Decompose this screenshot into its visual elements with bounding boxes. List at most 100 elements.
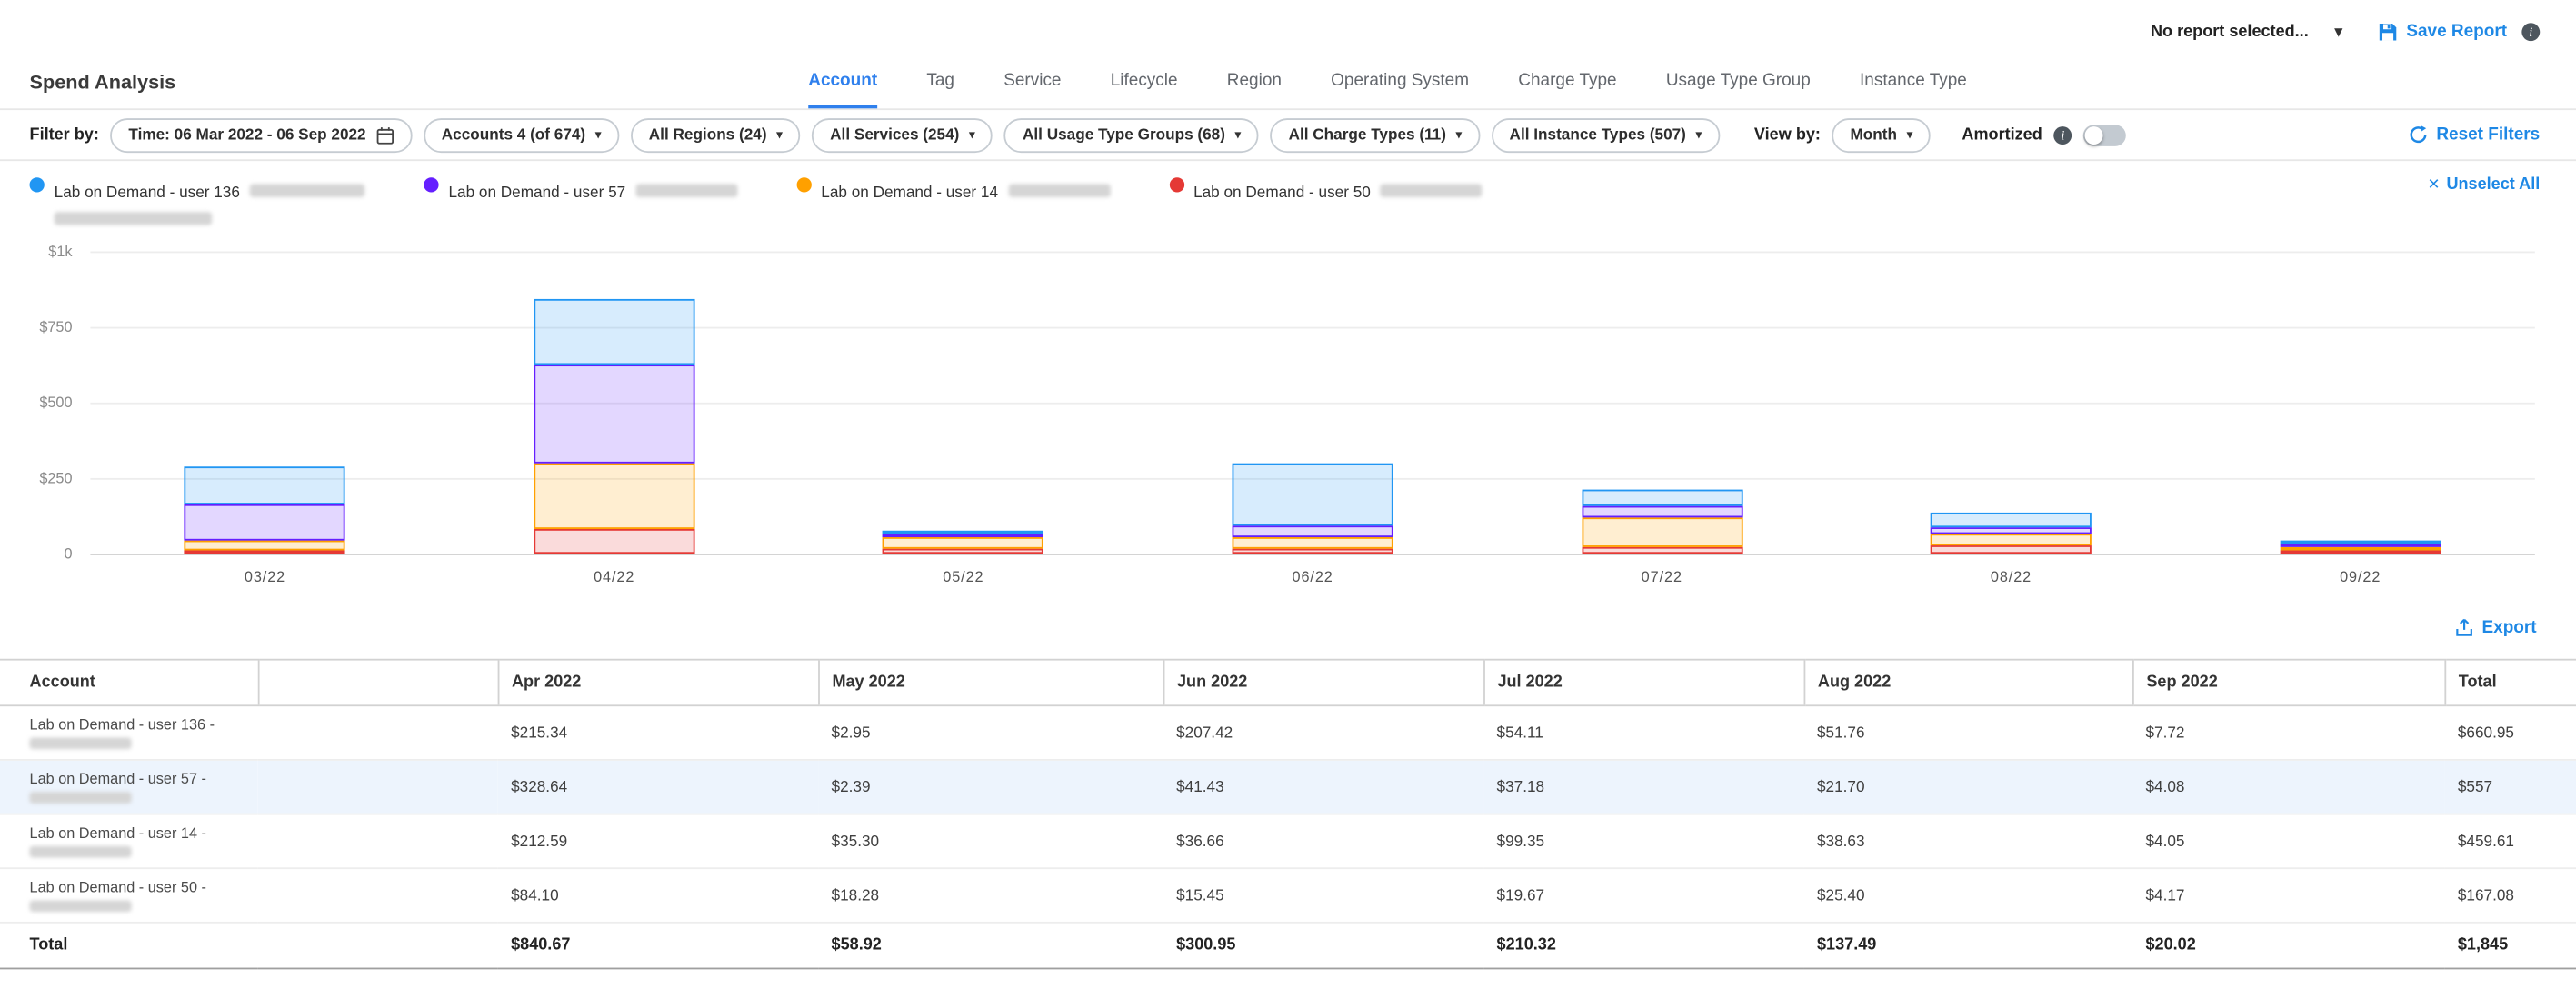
bar-segment[interactable] [1233, 549, 1393, 554]
tab-usage-type-group[interactable]: Usage Type Group [1666, 71, 1811, 109]
reset-filters-button[interactable]: Reset Filters [2409, 125, 2541, 145]
total-label-cell: Total [0, 923, 258, 969]
bar-segment[interactable] [534, 528, 694, 554]
value-cell: $36.66 [1163, 814, 1483, 869]
bar-segment[interactable] [2280, 541, 2441, 544]
export-button[interactable]: Export [2454, 618, 2537, 638]
bar-segment[interactable] [2280, 547, 2441, 551]
bar-segment[interactable] [1582, 490, 1742, 506]
bar-segment[interactable] [1582, 548, 1742, 554]
bar-segment[interactable] [1931, 534, 2092, 546]
bar-segment[interactable] [534, 365, 694, 464]
bar-segment[interactable] [1931, 512, 2092, 527]
view-by-dropdown[interactable]: Month ▾ [1832, 117, 1931, 152]
bar-segment[interactable] [185, 550, 345, 554]
chevron-down-icon: ▾ [1235, 128, 1241, 141]
value-cell: $84.10 [498, 868, 818, 923]
column-header-account: Account [0, 660, 258, 706]
bar-segment[interactable] [1582, 506, 1742, 517]
y-axis-tick: $750 [0, 319, 73, 335]
tab-instance-type[interactable]: Instance Type [1860, 71, 1967, 109]
unselect-all-button[interactable]: ✕ Unselect All [2428, 175, 2541, 194]
toggle-knob [2085, 125, 2103, 144]
spacer-cell [258, 814, 498, 869]
bar-segment[interactable] [2280, 544, 2441, 547]
tab-tag[interactable]: Tag [926, 71, 954, 109]
legend-item[interactable]: Lab on Demand - user 57 [424, 175, 737, 205]
value-cell: $328.64 [498, 760, 818, 814]
table-row: Lab on Demand - user 50 -$84.10$18.28$15… [0, 868, 2576, 923]
spend-bar-chart: $1k$750$500$250003/2204/2205/2206/2207/2… [0, 225, 2576, 594]
view-by-label: View by: [1754, 125, 1821, 144]
bar-segment[interactable] [1931, 546, 2092, 554]
gridline [90, 403, 2534, 405]
bar-segment[interactable] [1233, 525, 1393, 538]
legend-item[interactable]: Lab on Demand - user 14 [796, 175, 1110, 205]
legend-dot-icon [1169, 177, 1183, 192]
redacted-text [30, 792, 132, 804]
bar-segment[interactable] [1582, 518, 1742, 548]
legend-item[interactable]: Lab on Demand - user 50 [1169, 175, 1483, 205]
bar-segment[interactable] [534, 464, 694, 528]
time-filter[interactable]: Time: 06 Mar 2022 - 06 Sep 2022 [111, 117, 413, 152]
instance-types-filter[interactable]: All Instance Types (507)▾ [1492, 117, 1720, 152]
value-cell: $21.70 [1804, 760, 2132, 814]
value-cell: $212.59 [498, 814, 818, 869]
bar-segment[interactable] [534, 300, 694, 365]
accounts-filter[interactable]: Accounts 4 (of 674)▾ [424, 117, 619, 152]
usage-type-groups-filter[interactable]: All Usage Type Groups (68)▾ [1004, 117, 1259, 152]
value-cell: $18.28 [818, 868, 1163, 923]
spacer-cell [258, 868, 498, 923]
chart-legend: Lab on Demand - user 136 Lab on Demand - … [30, 175, 1483, 225]
tab-service[interactable]: Service [1003, 71, 1061, 109]
chevron-down-icon: ▾ [969, 128, 974, 141]
tab-charge-type[interactable]: Charge Type [1518, 71, 1616, 109]
value-cell: $15.45 [1163, 868, 1483, 923]
regions-filter[interactable]: All Regions (24)▾ [631, 117, 801, 152]
bar-segment[interactable] [2280, 550, 2441, 554]
services-filter[interactable]: All Services (254) ▾ [812, 117, 993, 152]
legend-item[interactable]: Lab on Demand - user 136 [30, 175, 365, 225]
chevron-down-icon: ▾ [1456, 128, 1462, 141]
column-header-may-2022: May 2022 [818, 660, 1163, 706]
calendar-icon [375, 125, 394, 144]
account-name: Lab on Demand - user 14 - [30, 824, 245, 841]
charge-types-filter[interactable]: All Charge Types (11)▾ [1271, 117, 1480, 152]
value-cell: $2.95 [818, 705, 1163, 760]
amortized-info-icon[interactable] [2053, 125, 2072, 144]
redacted-text [1008, 184, 1110, 196]
column-header-jun-2022: Jun 2022 [1163, 660, 1483, 706]
value-cell: $38.63 [1804, 814, 2132, 869]
tab-account[interactable]: Account [808, 71, 877, 109]
services-filter-label: All Services (254) [830, 125, 959, 144]
bar-segment[interactable] [883, 548, 1043, 554]
legend-item-line: Lab on Demand - user 57 [448, 175, 737, 205]
bar-segment[interactable] [1233, 538, 1393, 549]
bar-segment[interactable] [185, 540, 345, 550]
tab-region[interactable]: Region [1227, 71, 1282, 109]
table-total-row: Total$840.67$58.92$300.95$210.32$137.49$… [0, 923, 2576, 969]
bar-segment[interactable] [1931, 528, 2092, 534]
bar-segment[interactable] [883, 531, 1043, 534]
value-cell: $459.61 [2444, 814, 2576, 869]
spacer-cell [258, 760, 498, 814]
bar-segment[interactable] [883, 537, 1043, 548]
info-icon[interactable] [2521, 22, 2540, 40]
tab-lifecycle[interactable]: Lifecycle [1111, 71, 1178, 109]
x-axis-tick: 06/22 [1292, 568, 1333, 584]
report-selector-dropdown[interactable]: No report selected... ▾ [2151, 22, 2342, 40]
bar-segment[interactable] [883, 534, 1043, 538]
value-cell: $51.76 [1804, 705, 2132, 760]
amortized-toggle[interactable] [2083, 124, 2126, 145]
bar-segment[interactable] [185, 467, 345, 504]
tab-operating-system[interactable]: Operating System [1331, 71, 1469, 109]
bar-segment[interactable] [1233, 463, 1393, 525]
chevron-down-icon: ▾ [595, 128, 601, 141]
column-header-total: Total [2444, 660, 2576, 706]
bar-segment[interactable] [185, 504, 345, 540]
column-header-jul-2022: Jul 2022 [1483, 660, 1803, 706]
gridline [90, 327, 2534, 329]
column-header-aug-2022: Aug 2022 [1804, 660, 2132, 706]
value-cell: $4.17 [2132, 868, 2444, 923]
save-report-button[interactable]: Save Report [2377, 21, 2507, 42]
